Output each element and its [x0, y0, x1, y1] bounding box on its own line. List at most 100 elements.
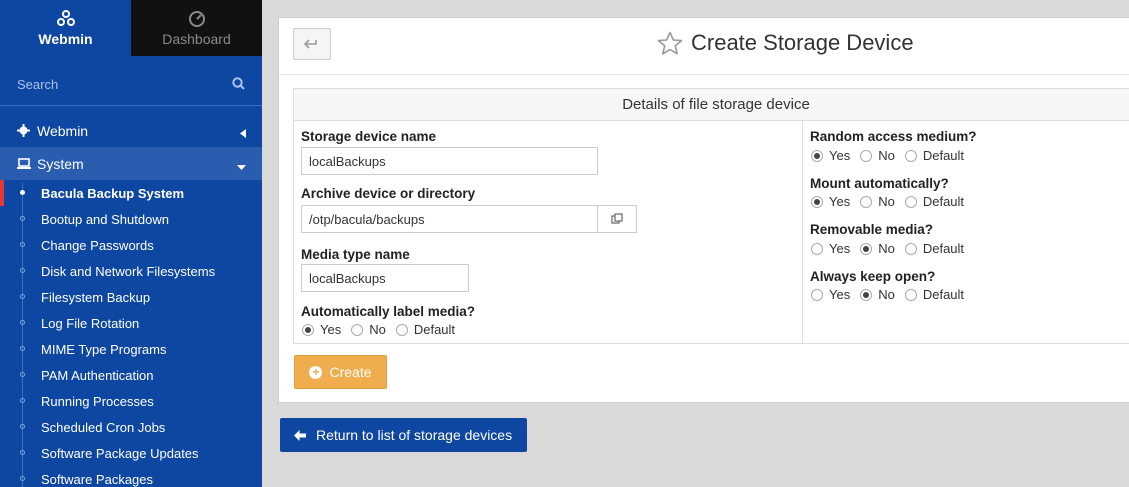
create-button[interactable]: + Create	[294, 355, 387, 389]
radio-button[interactable]	[904, 242, 917, 255]
random-access-label: Random access medium?	[810, 129, 977, 144]
bullet-icon	[20, 450, 25, 455]
bullet-icon	[20, 476, 25, 481]
back-button[interactable]	[293, 28, 331, 60]
sidebar-item-software-packages[interactable]: Software Packages	[0, 466, 262, 487]
bullet-icon	[20, 424, 25, 429]
sidebar-item-label: Bootup and Shutdown	[41, 211, 169, 227]
bullet-icon	[20, 346, 25, 351]
sidebar-item-label: PAM Authentication	[41, 367, 154, 383]
radio-button[interactable]	[302, 323, 314, 336]
keep-open-default[interactable]: Default	[904, 287, 965, 302]
device-name-input[interactable]: localBackups	[301, 147, 598, 175]
archive-device-input[interactable]: /otp/bacula/backups	[301, 205, 598, 233]
dashboard-gauge-icon	[188, 9, 206, 29]
sidebar-item-label: Filesystem Backup	[41, 289, 151, 305]
sidebar-item-filesystem-backup[interactable]: Filesystem Backup	[0, 284, 262, 310]
random-access-no[interactable]: No	[860, 148, 895, 163]
details-left-column: Storage device name localBackups Archive…	[294, 121, 803, 343]
keep-open-radios: Yes No Default	[811, 287, 974, 302]
mount-auto-default[interactable]: Default	[904, 194, 965, 209]
radio-label: Yes	[829, 148, 851, 163]
media-type-label: Media type name	[301, 247, 410, 262]
tab-dashboard-label: Dashboard	[162, 31, 231, 47]
radio-button[interactable]	[860, 195, 873, 208]
random-access-default[interactable]: Default	[904, 148, 964, 163]
sidebar-item-label: Scheduled Cron Jobs	[41, 419, 166, 435]
create-button-label: Create	[329, 364, 372, 380]
plus-circle-icon: +	[309, 365, 323, 379]
radio-button[interactable]	[904, 195, 917, 208]
sidebar-category-system[interactable]: System	[0, 147, 262, 180]
sidebar-item-disk-and-network-filesystems[interactable]: Disk and Network Filesystems	[0, 258, 262, 284]
star-icon[interactable]	[657, 31, 683, 56]
sidebar-item-label: Disk and Network Filesystems	[41, 263, 216, 279]
keep-open-label: Always keep open?	[810, 269, 936, 284]
tab-webmin[interactable]: Webmin	[0, 0, 131, 56]
random-access-yes[interactable]: Yes	[811, 148, 850, 163]
radio-label: Default	[922, 287, 965, 302]
sidebar-search[interactable]: Search	[0, 64, 262, 106]
back-arrow-icon	[303, 37, 320, 52]
sidebar-category-webmin[interactable]: Webmin	[0, 114, 262, 147]
sidebar-item-label: Change Passwords	[41, 237, 154, 253]
removable-default[interactable]: Default	[904, 241, 965, 256]
removable-no[interactable]: No	[860, 241, 895, 256]
sidebar-item-change-passwords[interactable]: Change Passwords	[0, 232, 262, 258]
copy-icon	[611, 212, 623, 227]
sidebar-category-label: System	[37, 155, 84, 172]
auto-label-label: Automatically label media?	[301, 304, 476, 319]
radio-button[interactable]	[860, 149, 873, 162]
mount-auto-yes[interactable]: Yes	[811, 194, 850, 209]
auto-label-no[interactable]: No	[351, 322, 386, 337]
radio-label: Default	[922, 241, 965, 256]
radio-button[interactable]	[351, 323, 364, 336]
sidebar-item-log-file-rotation[interactable]: Log File Rotation	[0, 310, 262, 336]
removable-label: Removable media?	[810, 222, 934, 237]
sidebar-item-pam-authentication[interactable]: PAM Authentication	[0, 362, 262, 388]
media-type-input[interactable]: localBackups	[301, 264, 469, 292]
mount-auto-no[interactable]: No	[860, 194, 895, 209]
webmin-logo-icon	[56, 9, 75, 29]
radio-button[interactable]	[860, 288, 873, 301]
sidebar-item-label: Bacula Backup System	[41, 185, 185, 201]
bullet-icon	[20, 320, 25, 325]
random-access-radios: Yes No Default	[811, 148, 974, 163]
removable-yes[interactable]: Yes	[811, 241, 850, 256]
bullet-icon	[20, 268, 25, 273]
keep-open-yes[interactable]: Yes	[811, 287, 850, 302]
details-section: Details of file storage device Storage d…	[293, 88, 1129, 344]
keep-open-no[interactable]: No	[860, 287, 895, 302]
removable-radios: Yes No Default	[811, 241, 974, 256]
bullet-icon	[20, 398, 25, 403]
sidebar-item-bootup-and-shutdown[interactable]: Bootup and Shutdown	[0, 206, 262, 232]
auto-label-default[interactable]: Default	[395, 322, 455, 337]
sidebar-item-running-processes[interactable]: Running Processes	[0, 388, 262, 414]
file-chooser-button[interactable]	[597, 205, 637, 233]
sidebar: Webmin Dashboard Search Webmin System Ba…	[0, 0, 262, 487]
archive-device-label: Archive device or directory	[301, 186, 476, 201]
radio-button[interactable]	[904, 288, 917, 301]
search-input[interactable]: Search	[17, 77, 58, 92]
tab-dashboard[interactable]: Dashboard	[131, 0, 262, 56]
sidebar-item-mime-type-programs[interactable]: MIME Type Programs	[0, 336, 262, 362]
radio-button[interactable]	[811, 195, 823, 208]
radio-button[interactable]	[860, 242, 873, 255]
return-to-list-button[interactable]: Return to list of storage devices	[280, 418, 527, 452]
sidebar-item-scheduled-cron-jobs[interactable]: Scheduled Cron Jobs	[0, 414, 262, 440]
radio-button[interactable]	[811, 288, 823, 301]
radio-label: Default	[922, 194, 965, 209]
arrow-left-icon	[294, 429, 306, 441]
search-icon[interactable]	[232, 76, 245, 93]
radio-button[interactable]	[811, 149, 823, 162]
bullet-icon	[20, 216, 25, 221]
bullet-icon	[20, 372, 25, 377]
auto-label-yes[interactable]: Yes	[302, 322, 341, 337]
radio-button[interactable]	[811, 242, 823, 255]
radio-button[interactable]	[904, 149, 917, 162]
sidebar-item-software-package-updates[interactable]: Software Package Updates	[0, 440, 262, 466]
sidebar-item-bacula-backup-system[interactable]: Bacula Backup System	[0, 180, 262, 206]
details-right-column: Random access medium? Yes No Default Mou…	[803, 121, 1129, 343]
radio-button[interactable]	[395, 323, 408, 336]
caret-down-icon	[237, 158, 246, 174]
